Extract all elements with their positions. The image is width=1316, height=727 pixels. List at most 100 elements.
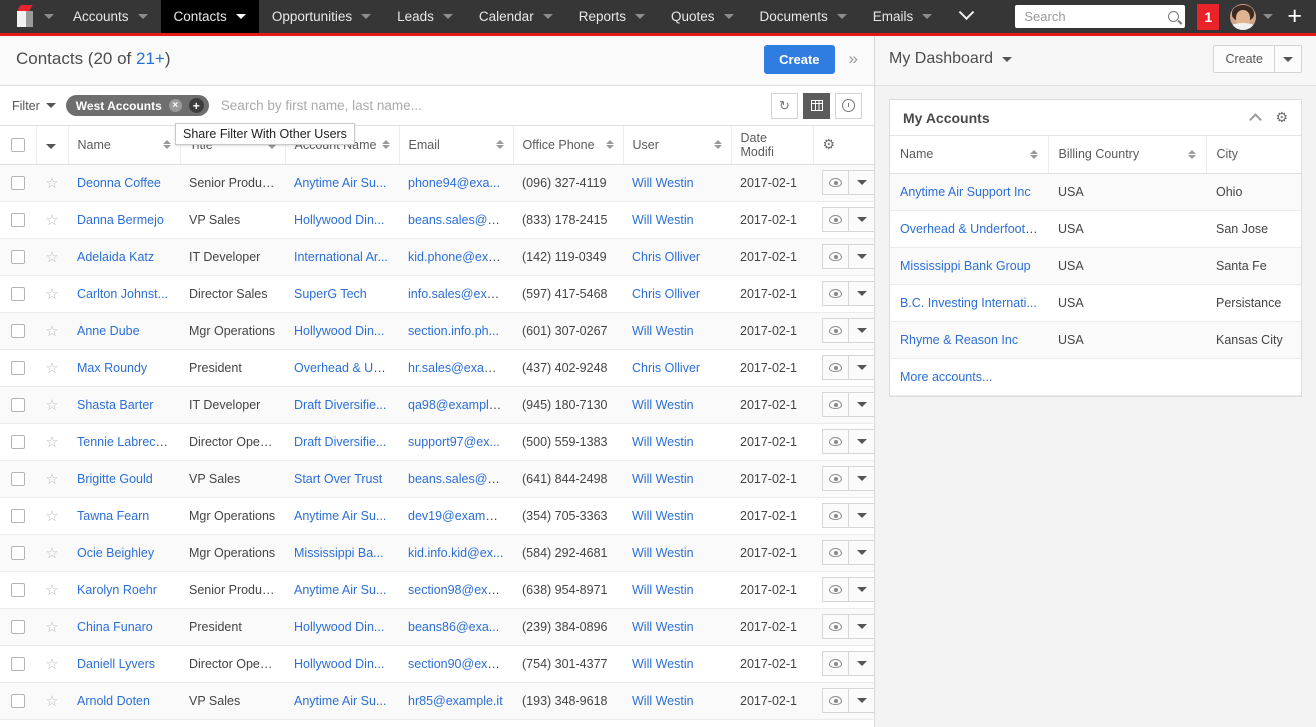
account-link[interactable]: Overhead & Underfoot ... xyxy=(900,222,1039,236)
row-actions-dropdown[interactable] xyxy=(849,651,874,676)
email-link[interactable]: hr85@example.it xyxy=(408,694,503,708)
list-item[interactable]: B.C. Investing Internati... USA Persistanc… xyxy=(890,284,1301,322)
table-row[interactable]: ☆ Karolyn Roehr Senior Product... Anytime A… xyxy=(0,571,874,609)
account-name-link[interactable]: Anytime Air Su... xyxy=(294,583,386,597)
sort-icon[interactable] xyxy=(605,140,614,150)
preview-button[interactable] xyxy=(822,466,850,491)
list-search-input[interactable] xyxy=(220,98,763,113)
preview-button[interactable] xyxy=(822,355,850,380)
more-accounts-link[interactable]: More accounts... xyxy=(900,370,992,384)
preview-button[interactable] xyxy=(822,614,850,639)
user-link[interactable]: Will Westin xyxy=(632,694,694,708)
preview-button[interactable] xyxy=(822,170,850,195)
table-row[interactable]: ☆ Adelaida Katz IT Developer International … xyxy=(0,238,874,276)
contact-name-link[interactable]: Anne Dube xyxy=(77,324,140,338)
global-search-box[interactable] xyxy=(1015,5,1186,28)
row-checkbox[interactable] xyxy=(11,323,25,338)
chevron-down-icon[interactable] xyxy=(235,14,246,19)
account-link[interactable]: Rhyme & Reason Inc xyxy=(900,333,1018,347)
account-name-link[interactable]: Anytime Air Su... xyxy=(294,694,386,708)
contact-name-link[interactable]: Arnold Doten xyxy=(77,694,150,708)
row-checkbox[interactable] xyxy=(11,175,25,190)
filter-dropdown[interactable]: Filter xyxy=(12,99,66,113)
row-actions-dropdown[interactable] xyxy=(849,429,874,454)
star-icon[interactable]: ☆ xyxy=(45,544,59,562)
row-checkbox[interactable] xyxy=(11,656,25,671)
filter-pill-west-accounts[interactable]: West Accounts × + xyxy=(65,95,209,116)
table-row[interactable]: ☆ Brigitte Gould VP Sales Start Over Trust b… xyxy=(0,460,874,498)
record-count-link[interactable]: 21+ xyxy=(136,49,165,68)
account-name-link[interactable]: Mississippi Ba... xyxy=(294,546,384,560)
table-row[interactable]: ☆ Deonna Coffee Senior Product... Anytime A… xyxy=(0,164,874,202)
sort-icon[interactable] xyxy=(381,140,390,150)
preview-button[interactable] xyxy=(822,244,850,269)
account-name-link[interactable]: Overhead & Un... xyxy=(294,361,391,375)
user-link[interactable]: Will Westin xyxy=(632,324,694,338)
row-actions-dropdown[interactable] xyxy=(849,688,874,713)
preview-button[interactable] xyxy=(822,429,850,454)
row-checkbox[interactable] xyxy=(11,434,25,449)
acc-col-header-name[interactable]: Name xyxy=(890,136,1049,174)
preview-button[interactable] xyxy=(822,503,850,528)
chevron-down-icon[interactable] xyxy=(361,14,372,19)
contact-name-link[interactable]: Daniell Lyvers xyxy=(77,657,155,671)
chevron-down-icon[interactable] xyxy=(634,14,645,19)
refresh-icon[interactable]: ↻ xyxy=(771,92,798,119)
user-link[interactable]: Chris Olliver xyxy=(632,250,700,264)
contact-name-link[interactable]: Brigitte Gould xyxy=(77,472,153,486)
row-actions-dropdown[interactable] xyxy=(849,244,874,269)
email-link[interactable]: phone94@exa... xyxy=(408,176,500,190)
nav-item-opportunities[interactable]: Opportunities xyxy=(259,0,384,33)
email-link[interactable]: info.sales@exa... xyxy=(408,287,504,301)
row-checkbox[interactable] xyxy=(11,360,25,375)
grid-view-icon[interactable] xyxy=(803,92,830,119)
user-link[interactable]: Will Westin xyxy=(632,435,694,449)
table-row[interactable]: ☆ Tawna Fearn Mgr Operations Anytime Air Su… xyxy=(0,497,874,535)
email-link[interactable]: section.info.ph... xyxy=(408,324,499,338)
contact-name-link[interactable]: Shasta Barter xyxy=(77,398,153,412)
nav-overflow-button[interactable] xyxy=(945,0,988,33)
list-item[interactable]: Mississippi Bank Group USA Santa Fe xyxy=(890,247,1301,285)
user-link[interactable]: Will Westin xyxy=(632,213,694,227)
star-icon[interactable]: ☆ xyxy=(45,581,59,599)
select-all-checkbox[interactable] xyxy=(10,137,25,152)
preview-button[interactable] xyxy=(822,392,850,417)
row-checkbox[interactable] xyxy=(11,619,25,634)
nav-item-accounts[interactable]: Accounts xyxy=(60,0,161,33)
nav-item-documents[interactable]: Documents xyxy=(747,0,860,33)
expand-panel-icon[interactable]: » xyxy=(849,49,858,69)
email-link[interactable]: dev19@exampl... xyxy=(408,509,505,523)
account-name-link[interactable]: International Ar... xyxy=(294,250,388,264)
user-link[interactable]: Will Westin xyxy=(632,509,694,523)
star-icon[interactable]: ☆ xyxy=(45,396,59,414)
preview-button[interactable] xyxy=(822,207,850,232)
star-icon[interactable]: ☆ xyxy=(45,174,59,192)
row-actions-dropdown[interactable] xyxy=(849,503,874,528)
account-name-link[interactable]: Anytime Air Su... xyxy=(294,509,386,523)
nav-item-leads[interactable]: Leads xyxy=(384,0,466,33)
contact-name-link[interactable]: Adelaida Katz xyxy=(77,250,154,264)
gear-icon[interactable]: ⚙ xyxy=(1275,109,1288,126)
row-checkbox[interactable] xyxy=(11,508,25,523)
chevron-up-icon[interactable] xyxy=(1249,113,1263,126)
global-search-input[interactable] xyxy=(1024,9,1169,24)
email-link[interactable]: qa98@example... xyxy=(408,398,506,412)
email-link[interactable]: kid.phone@exa... xyxy=(408,250,505,264)
email-link[interactable]: kid.info.kid@ex... xyxy=(408,546,503,560)
preview-button[interactable] xyxy=(822,540,850,565)
table-row[interactable]: ☆ Carlton Johnst... Director Sales SuperG T… xyxy=(0,275,874,313)
table-row[interactable]: ☆ Shasta Barter IT Developer Draft Diversif… xyxy=(0,386,874,424)
close-icon[interactable]: × xyxy=(168,99,182,112)
acc-col-header-billing-country[interactable]: Billing Country xyxy=(1048,136,1207,174)
chevron-down-icon[interactable] xyxy=(137,14,148,19)
contact-name-link[interactable]: Ocie Beighley xyxy=(77,546,154,560)
row-actions-dropdown[interactable] xyxy=(849,281,874,306)
table-row[interactable]: ☆ China Funaro President Hollywood Din... be… xyxy=(0,608,874,646)
more-accounts-row[interactable]: More accounts... xyxy=(890,358,1301,396)
email-link[interactable]: section90@exa... xyxy=(408,657,505,671)
sort-icon[interactable] xyxy=(1029,149,1038,159)
col-header-office-phone[interactable]: Office Phone xyxy=(513,126,624,165)
user-link[interactable]: Will Westin xyxy=(632,546,694,560)
nav-item-quotes[interactable]: Quotes xyxy=(658,0,747,33)
email-link[interactable]: beans.sales@e... xyxy=(408,472,505,486)
